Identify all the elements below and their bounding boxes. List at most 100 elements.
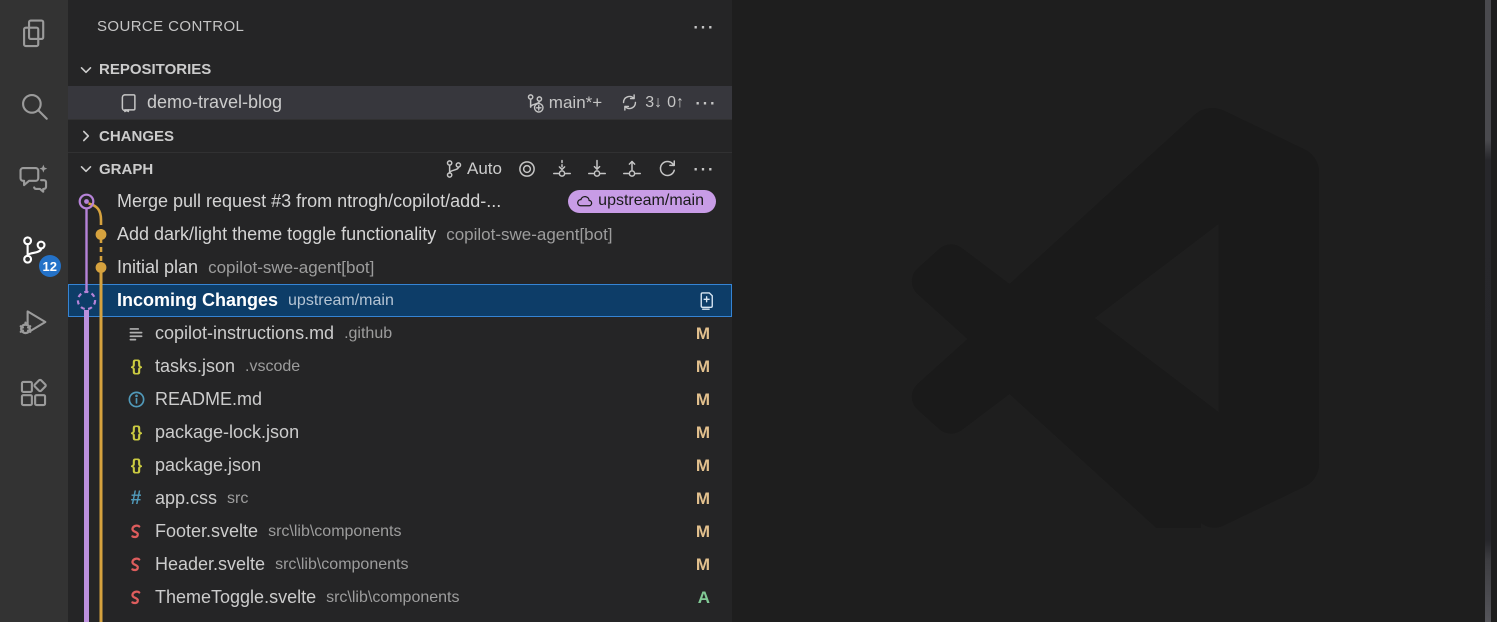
file-row[interactable]: {} package-lock.json M [68, 416, 732, 449]
sync-button[interactable]: 3↓ 0↑ [620, 93, 684, 113]
section-changes-label: CHANGES [99, 128, 174, 145]
diff-multiple-icon[interactable] [696, 291, 716, 311]
repo-more-button[interactable]: ⋯ [694, 92, 716, 114]
repository-row[interactable]: demo-travel-blog main*+ 3↓ 0↑ ⋯ [68, 86, 732, 119]
svelte-icon [126, 555, 146, 575]
file-name: README.md [155, 389, 262, 410]
editor-area [732, 0, 1491, 622]
section-repositories-header[interactable]: REPOSITORIES [68, 53, 732, 86]
css-icon: # [126, 489, 146, 509]
repo-name: demo-travel-blog [147, 92, 282, 113]
file-row[interactable]: {} tasks.json .vscode M [68, 350, 732, 383]
activity-item-extensions[interactable] [0, 360, 68, 432]
commit-message: Merge pull request #3 from ntrogh/copilo… [117, 191, 501, 212]
commit-row[interactable]: Add dark/light theme toggle functionalit… [68, 218, 732, 251]
branch-name: main*+ [549, 93, 602, 113]
source-control-badge: 12 [39, 255, 61, 277]
file-row[interactable]: Header.svelte src\lib\components M [68, 548, 732, 581]
json-icon: {} [126, 456, 146, 476]
sync-pull-count: 3↓ [645, 94, 662, 112]
chevron-down-icon [78, 161, 94, 177]
status-badge: M [696, 456, 710, 476]
status-badge: A [698, 588, 710, 608]
commit-ref: upstream/main [288, 292, 394, 310]
pull-icon[interactable] [587, 159, 607, 179]
json-icon: {} [126, 357, 146, 377]
graph-auto-label: Auto [467, 159, 502, 179]
status-badge: M [696, 324, 710, 344]
ellipsis-icon: ⋯ [692, 158, 714, 180]
pane-more-button[interactable]: ⋯ [692, 16, 714, 38]
status-badge: M [696, 390, 710, 410]
refresh-icon[interactable] [657, 159, 677, 179]
vscode-logo-watermark [902, 108, 1322, 533]
file-path: .github [344, 325, 392, 343]
file-row[interactable]: {} package.json M [68, 449, 732, 482]
file-path: src\lib\components [268, 523, 401, 541]
ref-badge[interactable]: upstream/main [568, 190, 716, 213]
json-icon: {} [126, 423, 146, 443]
commit-row[interactable]: Merge pull request #3 from ntrogh/copilo… [68, 185, 732, 218]
search-icon [17, 89, 51, 128]
target-icon[interactable] [517, 159, 537, 179]
activity-item-run-debug[interactable] [0, 288, 68, 360]
chat-sparkle-icon [17, 161, 51, 200]
debug-icon [17, 305, 51, 344]
markdown-icon [126, 324, 146, 344]
file-path: src [227, 490, 248, 508]
file-row[interactable]: # app.css src M [68, 482, 732, 515]
file-name: package.json [155, 455, 261, 476]
section-graph-label: GRAPH [99, 161, 153, 178]
commit-row-incoming-changes[interactable]: Incoming Changes upstream/main [68, 284, 732, 317]
svelte-icon [126, 588, 146, 608]
graph-toolbar: Auto ⋯ [444, 158, 732, 180]
file-path: src\lib\components [326, 589, 459, 607]
branch-indicator[interactable]: main*+ [525, 93, 602, 113]
pane-header: SOURCE CONTROL ⋯ [68, 0, 732, 53]
file-name: package-lock.json [155, 422, 299, 443]
chevron-down-icon [78, 62, 94, 78]
activity-item-explorer[interactable] [0, 0, 68, 72]
file-name: ThemeToggle.svelte [155, 587, 316, 608]
status-badge: M [696, 489, 710, 509]
activity-bar: 12 [0, 0, 68, 622]
chevron-right-icon [78, 128, 94, 144]
fetch-icon[interactable] [552, 159, 572, 179]
ref-badge-label: upstream/main [598, 192, 704, 210]
section-repositories-label: REPOSITORIES [99, 61, 211, 78]
vscode-window: 12 SOURCE CONTROL ⋯ REPOSITORIES demo [0, 0, 1497, 622]
source-control-sidebar: SOURCE CONTROL ⋯ REPOSITORIES demo-trave… [68, 0, 732, 622]
git-branch-icon [444, 159, 464, 179]
ellipsis-icon: ⋯ [694, 92, 716, 114]
status-badge: M [696, 555, 710, 575]
file-row[interactable]: copilot-instructions.md .github M [68, 317, 732, 350]
graph-ref-picker[interactable]: Auto [444, 159, 502, 179]
graph-more-button[interactable]: ⋯ [692, 158, 714, 180]
status-badge: M [696, 522, 710, 542]
graph-body: Merge pull request #3 from ntrogh/copilo… [68, 185, 732, 614]
file-name: copilot-instructions.md [155, 323, 334, 344]
pane-title: SOURCE CONTROL [97, 18, 692, 35]
file-row[interactable]: ThemeToggle.svelte src\lib\components A [68, 581, 732, 614]
repo-icon [118, 93, 138, 113]
push-icon[interactable] [622, 159, 642, 179]
repo-actions: main*+ 3↓ 0↑ ⋯ [525, 92, 716, 114]
git-branch-plus-icon [525, 93, 545, 113]
activity-item-search[interactable] [0, 72, 68, 144]
commit-message: Initial plan [117, 257, 198, 278]
commit-message: Add dark/light theme toggle functionalit… [117, 224, 436, 245]
ellipsis-icon: ⋯ [692, 16, 714, 38]
file-name: app.css [155, 488, 217, 509]
activity-item-source-control[interactable]: 12 [0, 216, 68, 288]
status-badge: M [696, 357, 710, 377]
svelte-icon [126, 522, 146, 542]
section-changes-header[interactable]: CHANGES [68, 119, 732, 152]
file-row[interactable]: README.md M [68, 383, 732, 416]
activity-item-chat[interactable] [0, 144, 68, 216]
commit-row[interactable]: Initial plan copilot-swe-agent[bot] [68, 251, 732, 284]
commit-author: copilot-swe-agent[bot] [208, 258, 374, 278]
file-row[interactable]: Footer.svelte src\lib\components M [68, 515, 732, 548]
file-path: .vscode [245, 358, 300, 376]
file-name: Footer.svelte [155, 521, 258, 542]
section-graph-header[interactable]: GRAPH Auto [68, 152, 732, 185]
